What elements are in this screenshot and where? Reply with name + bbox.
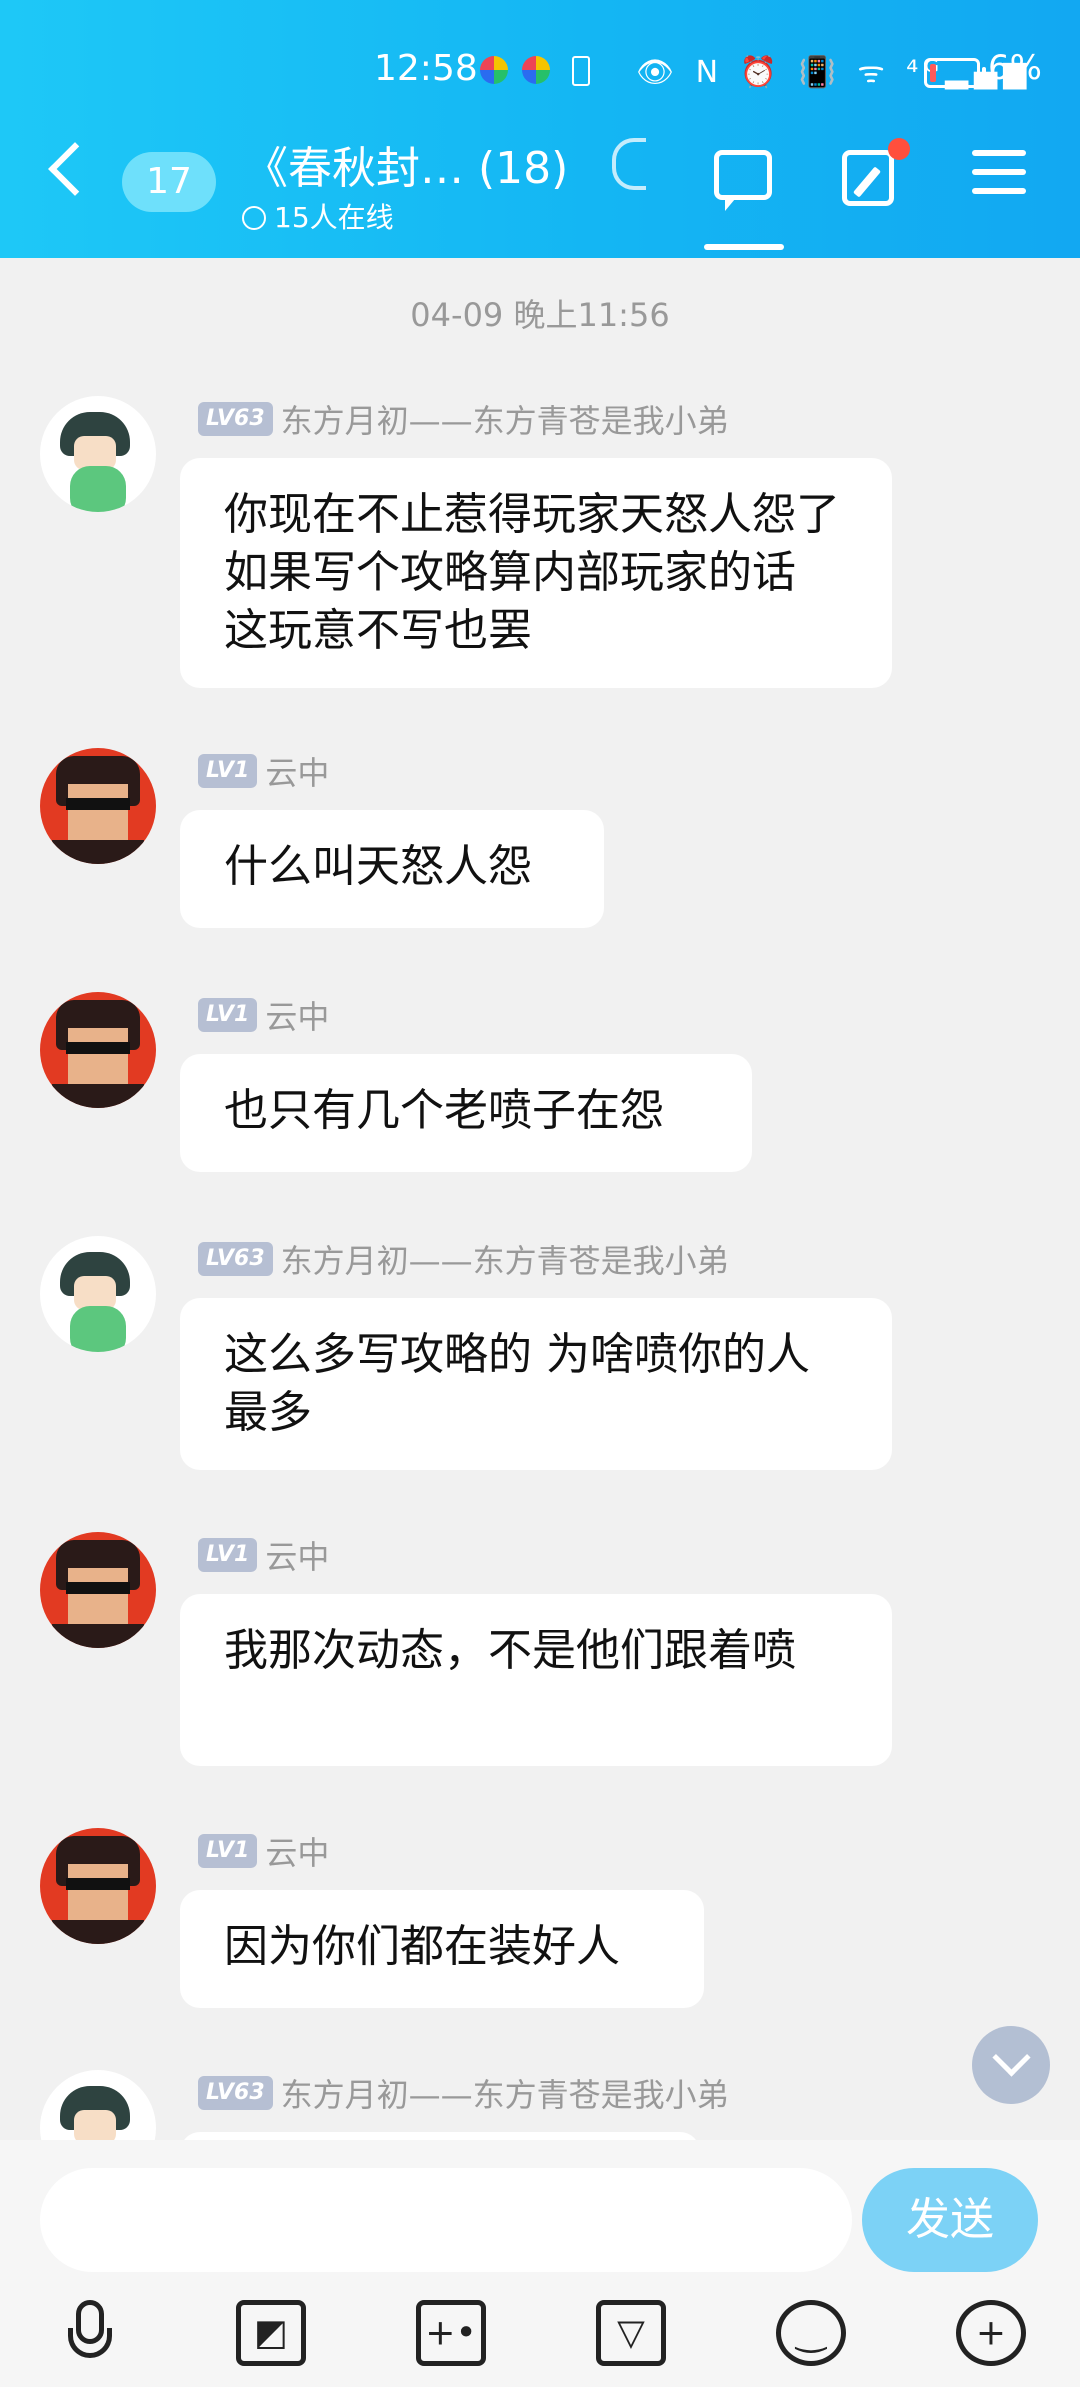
emoji-icon[interactable]: ‿ — [776, 2300, 846, 2366]
app-notification-icon — [522, 56, 550, 84]
message-timestamp: 04-09 晚上11:56 — [410, 296, 670, 334]
red-packet-icon[interactable]: ▽ — [596, 2300, 666, 2366]
notification-dot — [888, 138, 910, 160]
chat-header: 12:58 👁 N ⏰ 📳 ᯤ ⁴ᴳ▂▄▆ 6% 17 《春秋封… (18) 1… — [0, 0, 1080, 258]
sender-row: LV1 云中 — [198, 1532, 329, 1576]
message-bubble[interactable]: 这么多写攻略的 为啥喷你的人最多 — [180, 1298, 892, 1470]
edit-icon[interactable] — [842, 150, 894, 206]
unread-count-badge[interactable]: 17 — [122, 152, 216, 212]
message-bubble[interactable]: 我那次动态，不是他们跟着喷 — [180, 1594, 892, 1766]
group-title[interactable]: 《春秋封… (18) — [244, 132, 568, 196]
avatar[interactable] — [40, 1828, 156, 1944]
sender-name[interactable]: 东方月初——东方青苍是我小弟 — [281, 1236, 729, 1282]
image-icon[interactable]: ◩ — [236, 2300, 306, 2366]
level-badge: LV63 — [198, 2076, 273, 2110]
sender-name[interactable]: 东方月初——东方青苍是我小弟 — [281, 396, 729, 442]
sender-row: LV1 云中 — [198, 748, 329, 792]
sender-row: LV63 东方月初——东方青苍是我小弟 — [198, 2070, 729, 2114]
avatar[interactable] — [40, 1532, 156, 1648]
active-tab-indicator — [704, 244, 784, 250]
menu-icon[interactable] — [972, 150, 1026, 194]
battery-percent: 6% — [988, 48, 1042, 88]
sender-name[interactable]: 云中 — [265, 1532, 329, 1578]
camera-icon[interactable]: +• — [416, 2300, 486, 2366]
status-bar: 12:58 👁 N ⏰ 📳 ᯤ ⁴ᴳ▂▄▆ 6% — [0, 42, 1080, 98]
sender-row: LV63 东方月初——东方青苍是我小弟 — [198, 396, 729, 440]
level-badge: LV63 — [198, 402, 273, 436]
input-bar: 发送 ◩ +• ▽ ‿ + — [0, 2140, 1080, 2387]
message-input[interactable] — [40, 2168, 852, 2272]
sender-name[interactable]: 东方月初——东方青苍是我小弟 — [281, 2070, 729, 2116]
message-bubble[interactable]: 什么叫天怒人怨 — [180, 810, 604, 928]
status-time: 12:58 — [374, 48, 478, 89]
check-circle-icon — [242, 206, 266, 230]
level-badge: LV1 — [198, 754, 258, 788]
avatar[interactable] — [40, 992, 156, 1108]
send-button[interactable]: 发送 — [862, 2168, 1038, 2272]
sender-name[interactable]: 云中 — [265, 992, 329, 1038]
sender-row: LV1 云中 — [198, 1828, 329, 1872]
online-status: 15人在线 — [242, 196, 394, 236]
level-badge: LV63 — [198, 1242, 273, 1276]
avatar[interactable] — [40, 396, 156, 512]
chat-bubble-icon[interactable] — [714, 150, 772, 211]
online-count-label: 15人在线 — [274, 201, 394, 234]
sender-row: LV1 云中 — [198, 992, 329, 1036]
sender-name[interactable]: 云中 — [265, 1828, 329, 1874]
back-arrow-icon[interactable] — [48, 142, 102, 196]
message-bubble[interactable]: 你现在不止惹得玩家天怒人怨了 如果写个攻略算内部玩家的话 这玩意不写也罢 — [180, 458, 892, 688]
avatar[interactable] — [40, 1236, 156, 1352]
ear-icon[interactable] — [612, 138, 646, 190]
level-badge: LV1 — [198, 998, 258, 1032]
app-notification-icon — [480, 56, 508, 84]
avatar[interactable] — [40, 748, 156, 864]
message-bubble[interactable]: 也只有几个老喷子在怨 — [180, 1054, 752, 1172]
microphone-icon[interactable] — [56, 2300, 126, 2366]
message-bubble[interactable]: 因为你们都在装好人 — [180, 1890, 704, 2008]
plus-icon[interactable]: + — [956, 2300, 1026, 2366]
scroll-down-button[interactable] — [972, 2026, 1050, 2104]
sender-row: LV63 东方月初——东方青苍是我小弟 — [198, 1236, 729, 1280]
sender-name[interactable]: 云中 — [265, 748, 329, 794]
battery-icon — [924, 58, 986, 88]
level-badge: LV1 — [198, 1834, 258, 1868]
level-badge: LV1 — [198, 1538, 258, 1572]
battery-saver-icon — [572, 56, 590, 86]
